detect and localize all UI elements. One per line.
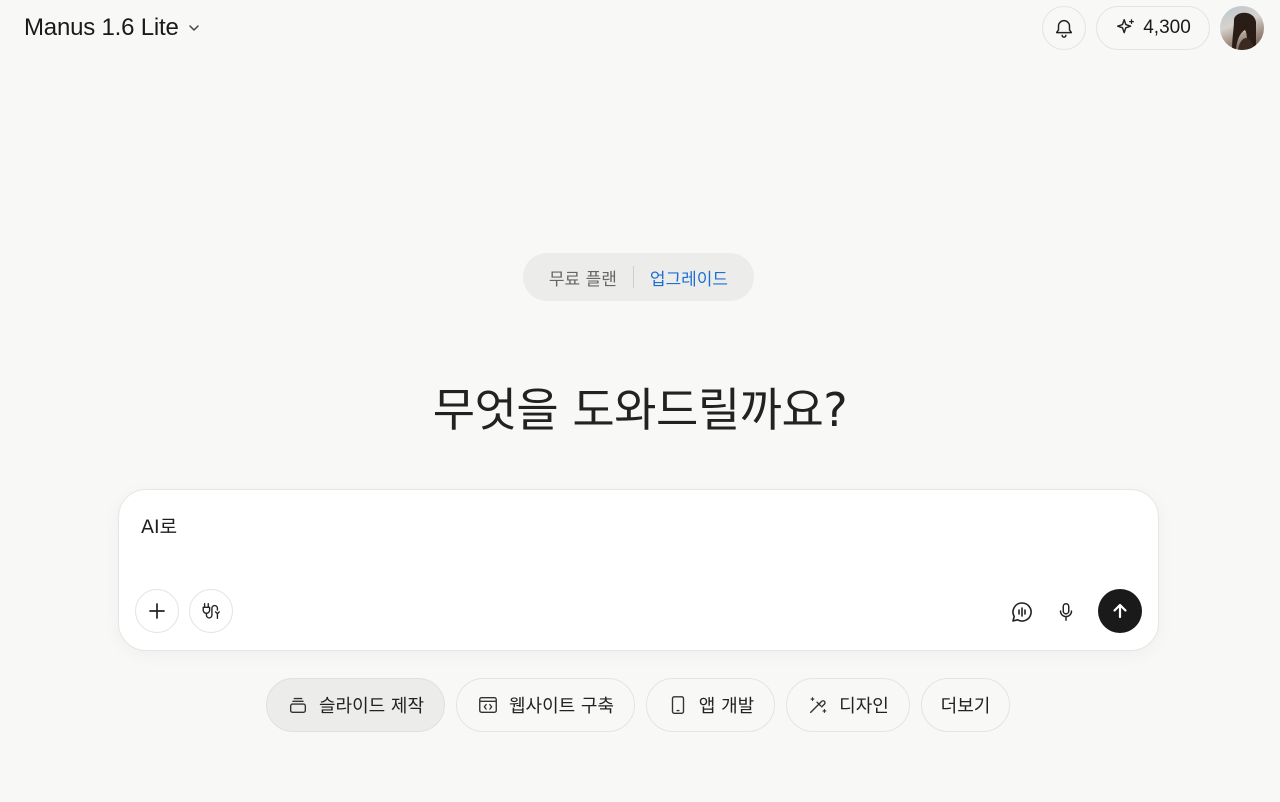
bell-icon bbox=[1053, 17, 1075, 39]
plug-icon bbox=[200, 600, 222, 622]
plus-icon bbox=[147, 601, 167, 621]
upgrade-link[interactable]: 업그레이드 bbox=[650, 265, 728, 290]
sparkle-icon bbox=[1115, 17, 1137, 39]
microphone-icon bbox=[1055, 601, 1077, 623]
chip-label: 더보기 bbox=[940, 696, 991, 717]
website-icon bbox=[477, 694, 499, 716]
credits-value: 4,300 bbox=[1143, 17, 1191, 38]
voice-chat-button[interactable] bbox=[1004, 594, 1040, 630]
chip-design[interactable]: 디자인 bbox=[786, 678, 910, 732]
prompt-input[interactable]: AI로 bbox=[141, 512, 1131, 572]
phone-icon bbox=[667, 694, 689, 716]
model-switcher[interactable]: Manus 1.6 Lite bbox=[24, 14, 201, 42]
plan-label: 무료 플랜 bbox=[548, 269, 617, 290]
model-name: Manus 1.6 Lite bbox=[24, 14, 179, 41]
page-title: 무엇을 도와드릴까요? bbox=[432, 383, 848, 437]
chip-label: 슬라이드 제작 bbox=[318, 696, 425, 717]
chevron-down-icon bbox=[187, 21, 201, 35]
top-bar: Manus 1.6 Lite 4,300 bbox=[0, 0, 1280, 56]
composer: AI로 bbox=[118, 489, 1159, 651]
plan-pill: 무료 플랜 업그레이드 bbox=[523, 253, 754, 301]
microphone-button[interactable] bbox=[1048, 594, 1084, 630]
plan-divider bbox=[632, 266, 634, 288]
design-icon bbox=[807, 694, 829, 716]
credits-button[interactable]: 4,300 bbox=[1096, 6, 1210, 50]
send-button[interactable] bbox=[1098, 589, 1142, 633]
connectors-button[interactable] bbox=[189, 589, 233, 633]
chip-website[interactable]: 웹사이트 구축 bbox=[456, 678, 635, 732]
slides-icon bbox=[287, 694, 309, 716]
avatar[interactable] bbox=[1220, 6, 1264, 50]
voice-chat-icon bbox=[1010, 600, 1034, 624]
chip-app[interactable]: 앱 개발 bbox=[646, 678, 775, 732]
arrow-up-icon bbox=[1110, 601, 1130, 621]
chip-label: 앱 개발 bbox=[698, 696, 755, 717]
chip-slides[interactable]: 슬라이드 제작 bbox=[266, 678, 445, 732]
chip-label: 웹사이트 구축 bbox=[508, 696, 615, 717]
add-attachment-button[interactable] bbox=[135, 589, 179, 633]
chip-label: 디자인 bbox=[839, 696, 889, 717]
chip-more[interactable]: 더보기 bbox=[921, 678, 1010, 732]
notifications-button[interactable] bbox=[1042, 6, 1086, 50]
